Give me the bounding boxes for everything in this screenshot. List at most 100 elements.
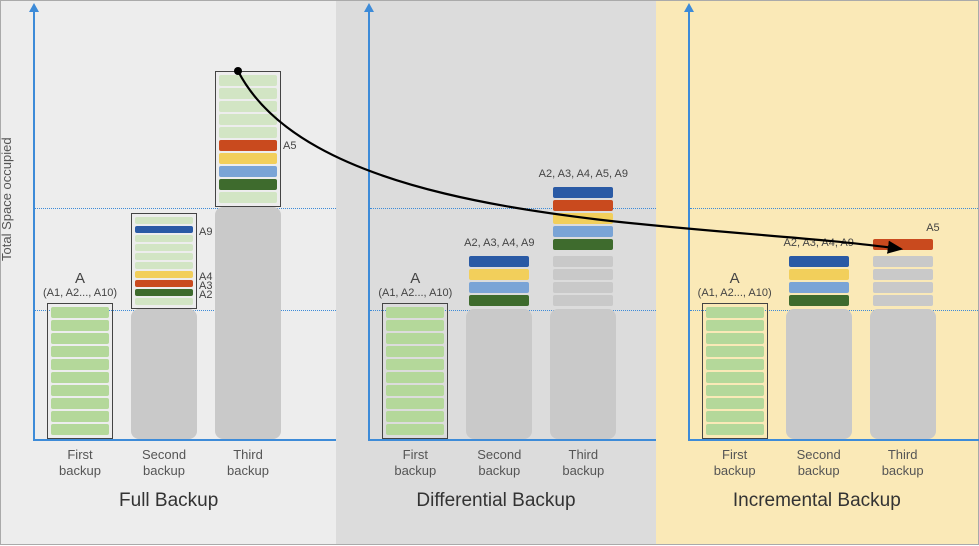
stack-incr-2: A2, A3, A4, A9 [786, 253, 852, 309]
panel-title: Incremental Backup [666, 490, 968, 512]
block-a3 [789, 282, 849, 293]
block [219, 166, 277, 177]
block [219, 88, 277, 99]
block [706, 346, 764, 357]
block [51, 359, 109, 370]
block [873, 269, 933, 280]
block-a4 [789, 269, 849, 280]
block [706, 320, 764, 331]
block [553, 256, 613, 267]
block [219, 101, 277, 112]
block [219, 127, 277, 138]
block [386, 411, 444, 422]
x-label: Thirdbackup [550, 447, 616, 480]
x-label: Thirdbackup [215, 447, 281, 480]
block [706, 424, 764, 435]
bar-group: A (A1, A2..., A10) A2 A3 A4 [35, 71, 326, 439]
change-label: A2, A3, A4, A9 [783, 237, 853, 249]
bar-second: A2, A3, A4, A9 [786, 253, 852, 439]
x-label: Secondbackup [466, 447, 532, 480]
block-a5 [553, 200, 613, 211]
block [51, 424, 109, 435]
block-a4 [469, 269, 529, 280]
panel-full-backup: Total Space occupied [1, 1, 336, 544]
x-label: Firstbackup [702, 447, 768, 480]
block [135, 253, 193, 260]
x-labels: Firstbackup Secondbackup Thirdbackup [688, 447, 968, 480]
panel-title: Full Backup [11, 490, 326, 512]
chart-diff: A (A1, A2..., A10) A2, A3, A4, A9 [368, 11, 645, 441]
x-labels: Firstbackup Secondbackup Thirdbackup [368, 447, 645, 480]
block [51, 346, 109, 357]
block-a2: A2 [135, 289, 193, 296]
bar-group: A (A1, A2..., A10) A2, A3, A4, A9 [690, 236, 968, 439]
stack-full-2: A2 A3 A4 A9 [131, 213, 197, 309]
block [386, 385, 444, 396]
prior-backup-block [870, 309, 936, 439]
change-label: A2, A3, A4, A5, A9 [539, 168, 628, 180]
block [386, 320, 444, 331]
chart-incr: A (A1, A2..., A10) A2, A3, A4, A9 [688, 11, 968, 441]
block [386, 333, 444, 344]
x-axis [368, 439, 657, 441]
bar-third: A2, A3, A4, A5, A9 [550, 184, 616, 439]
bar-second: A2 A3 A4 A9 [131, 213, 197, 439]
block-a2 [219, 179, 277, 190]
x-label: Secondbackup [786, 447, 852, 480]
prior-backup-block [466, 309, 532, 439]
x-labels: Firstbackup Secondbackup Thirdbackup [33, 447, 326, 480]
block [873, 282, 933, 293]
block [553, 269, 613, 280]
block-a4 [219, 153, 277, 164]
block [706, 411, 764, 422]
set-label: A (A1, A2..., A10) [43, 270, 117, 299]
prior-backup-block [786, 309, 852, 439]
block-a5: A5 [219, 140, 277, 151]
block-a4 [553, 213, 613, 224]
block [386, 372, 444, 383]
prior-backup-block [550, 309, 616, 439]
block-a2 [553, 239, 613, 250]
prior-backup-block [215, 207, 281, 439]
stack-diff-3: A2, A3, A4, A5, A9 [550, 184, 616, 253]
block-a2 [469, 295, 529, 306]
change-label: A5 [926, 222, 939, 234]
block [219, 75, 277, 86]
x-axis [33, 439, 338, 441]
block [706, 333, 764, 344]
block [51, 411, 109, 422]
prior-backup-block [131, 309, 197, 439]
panel-differential-backup: A (A1, A2..., A10) A2, A3, A4, A9 [336, 1, 655, 544]
block-a9: A9 [135, 226, 193, 233]
bar-first: A (A1, A2..., A10) [702, 303, 768, 439]
change-label: A2, A3, A4, A9 [464, 237, 534, 249]
bar-first: A (A1, A2..., A10) [382, 303, 448, 439]
chart-full: A (A1, A2..., A10) A2 A3 A4 [33, 11, 326, 441]
block [135, 262, 193, 269]
set-label: A (A1, A2..., A10) [698, 270, 772, 299]
block-a3 [469, 282, 529, 293]
block [51, 333, 109, 344]
block [51, 372, 109, 383]
panel-incremental-backup: A (A1, A2..., A10) A2, A3, A4, A9 [656, 1, 978, 544]
guideline-2 [690, 208, 978, 209]
block-a5 [873, 239, 933, 250]
block [706, 385, 764, 396]
diagram-container: Total Space occupied [0, 0, 979, 545]
block-a9 [789, 256, 849, 267]
stack-full-3: A5 [215, 71, 281, 207]
x-label: Firstbackup [47, 447, 113, 480]
stack-a [382, 303, 448, 439]
stack-a [702, 303, 768, 439]
bar-first: A (A1, A2..., A10) [47, 303, 113, 439]
bar-third: A5 [215, 71, 281, 439]
bar-second: A2, A3, A4, A9 [466, 253, 532, 439]
block [873, 295, 933, 306]
block [386, 398, 444, 409]
block [219, 114, 277, 125]
block-a3: A3 [135, 280, 193, 287]
y-axis-label: Total Space occupied [0, 137, 14, 261]
block [51, 385, 109, 396]
block-a3 [553, 226, 613, 237]
block [706, 359, 764, 370]
